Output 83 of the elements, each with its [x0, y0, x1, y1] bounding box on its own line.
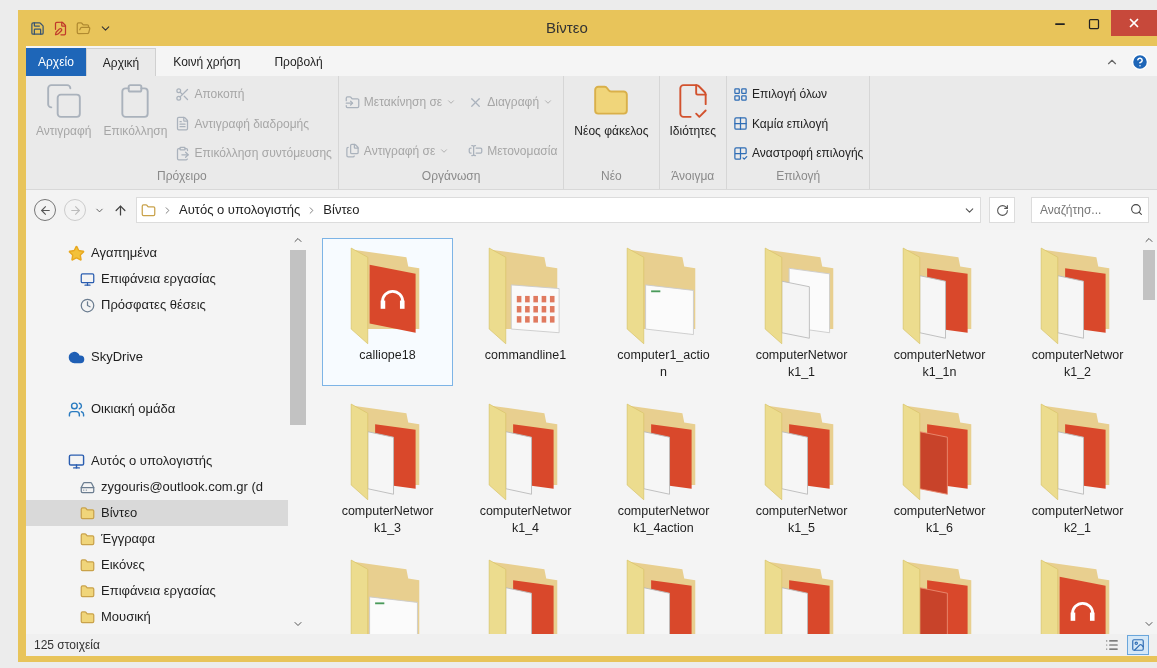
folder-icon: [80, 531, 95, 547]
folder-arrow-icon: [344, 94, 360, 110]
copy-icon: [44, 82, 83, 120]
ribbon-large-button[interactable]: Ιδιότητες: [665, 82, 720, 167]
refresh-icon: [995, 203, 1009, 217]
nav-item[interactable]: Πρόσφατες θέσεις: [26, 292, 288, 318]
search-field[interactable]: Αναζήτησ...: [1031, 197, 1149, 223]
nav-item[interactable]: Αγαπημένα: [26, 240, 288, 266]
folder-item[interactable]: computerNetwork1_4action: [598, 394, 729, 542]
clock-icon: [80, 297, 95, 313]
text-cursor-icon: [468, 143, 484, 158]
nav-item[interactable]: Επιφάνεια εργασίας: [26, 266, 288, 292]
nav-item[interactable]: Έγγραφα: [26, 526, 288, 552]
folder-icon: [141, 202, 156, 218]
group-label: Οργάνωση: [420, 168, 482, 185]
ribbon-tab[interactable]: Αρχική: [85, 48, 157, 76]
nav-item[interactable]: Μουσική: [26, 604, 288, 630]
folder-icon[interactable]: [76, 20, 91, 36]
ribbon-tab[interactable]: Προβολή: [257, 48, 340, 76]
window-title: Βίντεο: [546, 17, 588, 38]
group-label: Πρόχειρο: [156, 168, 208, 185]
group-label: Νέο: [600, 168, 623, 185]
nav-item[interactable]: Βίντεο: [26, 500, 288, 526]
folder-item[interactable]: calliope18: [322, 238, 453, 386]
breadcrumb[interactable]: Αυτός ο υπολογιστής: [179, 200, 301, 220]
forward-arrow-icon: [68, 203, 82, 217]
folder-item[interactable]: computerNetwork1_3: [322, 394, 453, 542]
nav-item[interactable]: zygouris@outlook.com.gr (d: [26, 474, 288, 500]
nav-item[interactable]: SkyDrive: [26, 344, 288, 370]
ribbon-large-button[interactable]: Νέος φάκελος: [570, 82, 653, 167]
people-icon: [68, 400, 85, 418]
monitor-icon: [68, 452, 85, 470]
folder-item[interactable]: computerNetwork1_2: [1012, 238, 1141, 386]
folder-item[interactable]: computerNetwork1_1: [736, 238, 867, 386]
nav-item[interactable]: Αυτός ο υπολογιστής: [26, 448, 288, 474]
ribbon-button[interactable]: Αναστροφή επιλογής: [733, 141, 864, 166]
group-label: Άνοιγμα: [670, 168, 716, 185]
folder-item[interactable]: computerNetwork1_4: [460, 394, 591, 542]
refresh-button[interactable]: [989, 197, 1015, 223]
grid-icon: [733, 116, 748, 132]
scroll-thumb[interactable]: [1143, 250, 1155, 300]
folder-item[interactable]: commandline1: [460, 238, 591, 386]
group-label: Επιλογή: [775, 168, 822, 185]
breadcrumb[interactable]: Βίντεο: [323, 200, 360, 220]
status-text: 125 στοιχεία: [34, 637, 100, 654]
help-icon[interactable]: [1131, 53, 1149, 71]
address-field[interactable]: Αυτός ο υπολογιστής Βίντεο: [136, 197, 981, 223]
back-arrow-icon: [38, 203, 52, 217]
caret-icon: [543, 97, 554, 107]
scissors-icon: [175, 86, 191, 102]
drive-icon: [80, 479, 95, 495]
ribbon-tab[interactable]: Κοινή χρήση: [156, 48, 258, 76]
files-icon: [344, 143, 360, 158]
view-button[interactable]: [1127, 635, 1149, 655]
list-icon: [1105, 638, 1119, 652]
folder-item[interactable]: computer1_action: [598, 238, 729, 386]
folder-item[interactable]: computerNetwork1_5: [736, 394, 867, 542]
ribbon-tab[interactable]: Αρχείο: [26, 48, 86, 76]
search-icon: [1130, 203, 1143, 216]
image-icon: [1131, 638, 1145, 652]
grid-icon: [733, 86, 748, 102]
grid-check-icon: [733, 145, 748, 161]
caret-icon: [446, 97, 457, 107]
ribbon-button[interactable]: Καμία επιλογή: [733, 111, 864, 136]
scroll-thumb[interactable]: [290, 250, 306, 425]
folder-item[interactable]: computerNetwork1_1n: [874, 238, 1005, 386]
nav-item[interactable]: Οικιακή ομάδα: [26, 396, 288, 422]
folder-icon: [80, 557, 95, 573]
maximize-icon: [1088, 18, 1100, 30]
folder-icon: [80, 583, 95, 599]
close-icon: [1127, 16, 1141, 30]
folder-icon: [80, 609, 95, 625]
nav-item[interactable]: Εικόνες: [26, 552, 288, 578]
clipboard-icon: [175, 145, 191, 161]
folder-item[interactable]: computerNetwork1_6: [874, 394, 1005, 542]
folder-item[interactable]: computerNetwork2_1: [1012, 394, 1141, 542]
document-icon[interactable]: [53, 20, 68, 36]
monitor-icon: [80, 271, 95, 287]
ribbon-button[interactable]: Επιλογή όλων: [733, 82, 864, 106]
star-icon: [68, 244, 85, 262]
folder-icon: [80, 505, 95, 521]
nav-item[interactable]: Επιφάνεια εργασίας: [26, 578, 288, 604]
document-icon: [175, 116, 191, 132]
